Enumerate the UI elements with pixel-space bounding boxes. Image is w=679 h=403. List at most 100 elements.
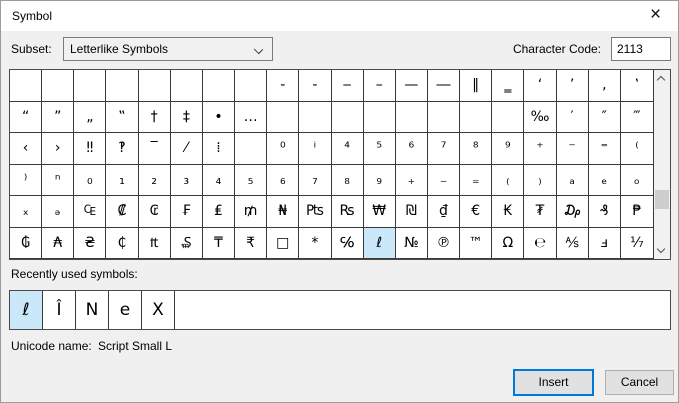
grid-cell[interactable]: “ <box>10 101 43 133</box>
grid-cell[interactable]: ℮ <box>524 227 557 259</box>
grid-cell[interactable] <box>42 70 75 102</box>
grid-cell[interactable] <box>267 101 300 133</box>
grid-cell[interactable]: ₤ <box>202 196 236 228</box>
grid-cell[interactable] <box>170 70 203 102</box>
grid-cell[interactable]: ₭ <box>492 196 525 228</box>
grid-cell[interactable]: … <box>235 101 268 133</box>
grid-cell[interactable]: – <box>363 70 396 102</box>
grid-cell[interactable] <box>106 70 139 102</box>
recent-symbol-cell[interactable]: Î <box>43 291 76 329</box>
insert-button[interactable]: Insert <box>513 369 594 396</box>
grid-cell[interactable] <box>460 101 493 133</box>
grid-cell[interactable]: ₅ <box>235 164 268 196</box>
grid-cell[interactable]: ⁿ <box>42 164 75 196</box>
grid-cell[interactable]: ₂ <box>138 164 171 196</box>
grid-cell[interactable]: ‖ <box>460 70 493 102</box>
grid-cell[interactable]: ₍ <box>492 164 525 196</box>
grid-cell[interactable]: ‚ <box>588 70 621 102</box>
grid-cell[interactable]: ₹ <box>235 227 268 259</box>
grid-cell[interactable]: ₎ <box>524 164 557 196</box>
grid-cell[interactable]: ⁸ <box>460 133 493 165</box>
grid-cell[interactable]: □ <box>267 227 300 259</box>
grid-cell[interactable]: ₡ <box>106 196 139 228</box>
grid-cell[interactable]: ₉ <box>363 164 396 196</box>
close-button[interactable]: × <box>633 1 678 30</box>
grid-cell[interactable]: ⁺ <box>524 133 557 165</box>
grid-cell[interactable]: ⁷ <box>427 133 461 165</box>
grid-cell[interactable]: ₓ <box>10 196 43 228</box>
grid-cell[interactable]: ‛ <box>620 70 653 102</box>
grid-cell[interactable]: ₷ <box>170 227 203 259</box>
grid-cell[interactable]: ℅ <box>331 227 364 259</box>
grid-cell[interactable]: ₴ <box>74 227 107 259</box>
grid-cell[interactable] <box>10 70 43 102</box>
grid-cell[interactable]: ‾ <box>138 133 171 165</box>
grid-cell[interactable] <box>202 70 236 102</box>
grid-cell[interactable] <box>427 101 461 133</box>
grid-cell[interactable]: ₑ <box>588 164 621 196</box>
grid-cell[interactable]: ⁽ <box>620 133 653 165</box>
grid-cell[interactable]: ₌ <box>460 164 493 196</box>
grid-cell[interactable]: ₫ <box>427 196 461 228</box>
grid-cell[interactable] <box>395 101 428 133</box>
grid-cell[interactable]: ™ <box>460 227 493 259</box>
grid-cell[interactable]: ” <box>42 101 75 133</box>
grid-cell[interactable] <box>138 70 171 102</box>
grid-cell[interactable]: ’ <box>556 70 589 102</box>
scroll-up-button[interactable] <box>654 70 670 87</box>
grid-cell[interactable]: ‹ <box>10 133 43 165</box>
grid-cell[interactable]: ‼ <box>74 133 107 165</box>
grid-cell[interactable]: ₨ <box>331 196 364 228</box>
recent-symbol-cell[interactable]: X <box>142 291 175 329</box>
grid-cell[interactable]: † <box>138 101 171 133</box>
grid-cell[interactable]: ₠ <box>74 196 107 228</box>
grid-cell[interactable] <box>235 133 268 165</box>
grid-cell[interactable]: ⁻ <box>556 133 589 165</box>
grid-cell[interactable]: ― <box>427 70 461 102</box>
grid-cell[interactable]: ‘ <box>524 70 557 102</box>
grid-cell[interactable]: ⅐ <box>620 228 653 259</box>
grid-cell[interactable]: ⁶ <box>395 133 428 165</box>
grid-cell[interactable]: ‗ <box>492 70 525 102</box>
grid-cell[interactable]: ℓ <box>363 227 396 259</box>
grid-cell[interactable]: ‡ <box>170 101 203 133</box>
grid-cell[interactable]: ₶ <box>138 227 171 259</box>
recent-symbol-cell[interactable]: N <box>76 291 109 329</box>
grid-cell[interactable]: ‽ <box>106 133 139 165</box>
grid-cell[interactable]: ₥ <box>235 196 268 228</box>
recent-symbol-cell[interactable]: e <box>109 291 142 329</box>
grid-cell[interactable]: ₲ <box>10 227 43 259</box>
grid-cell[interactable]: Ω <box>492 227 525 259</box>
grid-cell[interactable]: ₳ <box>42 227 75 259</box>
grid-cell[interactable]: ₪ <box>395 196 428 228</box>
grid-cell[interactable] <box>492 101 525 133</box>
grid-cell[interactable]: — <box>395 70 428 102</box>
grid-cell[interactable]: ⅎ <box>588 227 621 259</box>
grid-cell[interactable]: ₃ <box>170 164 203 196</box>
grid-cell[interactable]: ⁼ <box>588 133 621 165</box>
grid-cell[interactable]: № <box>395 227 428 259</box>
grid-cell[interactable]: ₸ <box>202 227 236 259</box>
character-code-input[interactable] <box>611 37 671 61</box>
grid-cell[interactable]: ‴ <box>620 102 653 133</box>
subset-dropdown[interactable]: Letterlike Symbols <box>63 37 273 61</box>
grid-cell[interactable]: ₁ <box>106 164 139 196</box>
grid-cell[interactable]: ₯ <box>556 196 589 228</box>
grid-cell[interactable]: ⁴ <box>331 133 364 165</box>
grid-cell[interactable]: ⁹ <box>492 133 525 165</box>
grid-cell[interactable]: ₋ <box>427 164 461 196</box>
scrollbar-thumb[interactable] <box>655 190 669 209</box>
grid-cell[interactable]: ₄ <box>202 164 236 196</box>
grid-cell[interactable]: ⁾ <box>10 164 43 196</box>
grid-cell[interactable]: ‒ <box>331 70 364 102</box>
grid-cell[interactable]: ₒ <box>620 165 653 196</box>
grid-cell[interactable]: ₊ <box>395 164 428 196</box>
grid-cell[interactable]: ‑ <box>299 70 332 102</box>
grid-cell[interactable]: * <box>299 227 332 259</box>
recent-symbol-cell[interactable]: ℓ <box>10 291 43 329</box>
grid-cell[interactable]: ₇ <box>299 164 332 196</box>
grid-cell[interactable]: ₦ <box>267 196 300 228</box>
grid-cell[interactable]: ₐ <box>556 164 589 196</box>
grid-cell[interactable]: ‐ <box>267 70 300 102</box>
grid-cell[interactable]: € <box>460 196 493 228</box>
